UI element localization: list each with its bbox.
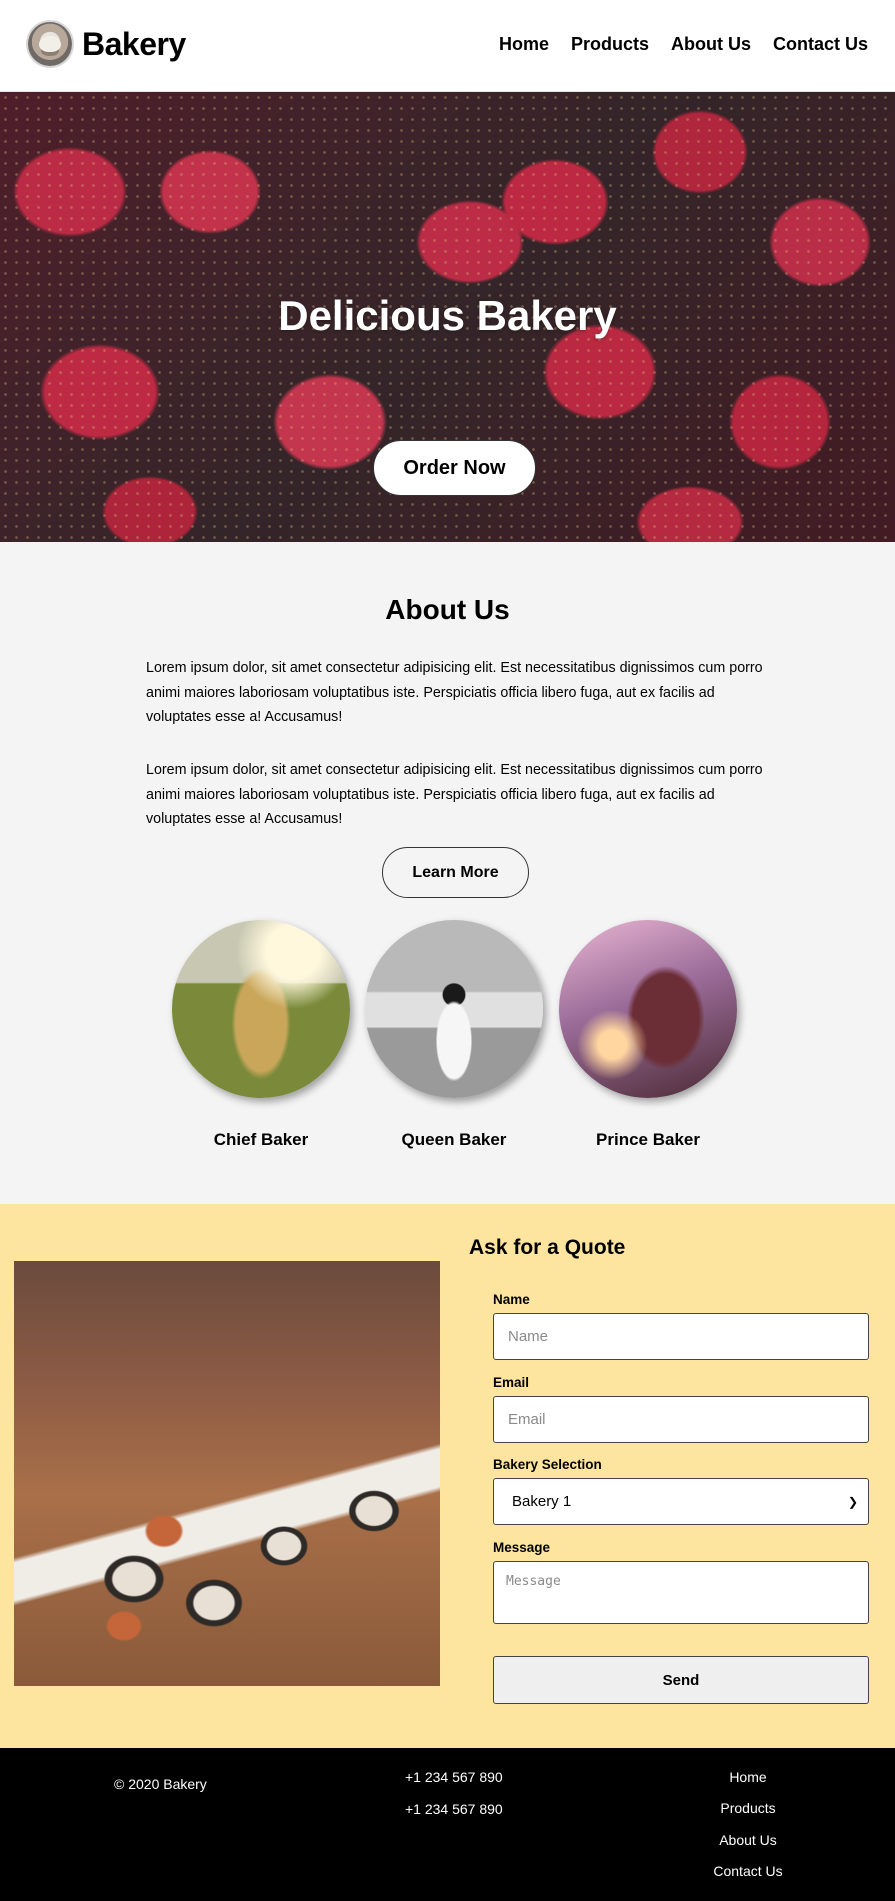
main-nav: Home Products About Us Contact Us bbox=[499, 34, 868, 55]
quote-section: Ask for a Quote Name Email Bakery Select… bbox=[0, 1204, 895, 1748]
bakery-select[interactable]: Bakery 1 bbox=[493, 1478, 869, 1525]
nav-products[interactable]: Products bbox=[571, 34, 649, 55]
baker-card: Prince Baker bbox=[558, 920, 738, 1150]
site-header: Bakery Home Products About Us Contact Us bbox=[0, 0, 895, 92]
nav-contact-us[interactable]: Contact Us bbox=[773, 34, 868, 55]
baker-name: Prince Baker bbox=[596, 1130, 700, 1149]
baker-card: Queen Baker bbox=[364, 920, 544, 1150]
bakery-photo bbox=[14, 1261, 440, 1686]
name-field[interactable] bbox=[493, 1313, 869, 1360]
brand-name[interactable]: Bakery bbox=[82, 26, 186, 63]
bakery-selection-label: Bakery Selection bbox=[493, 1457, 602, 1472]
baker-name: Queen Baker bbox=[401, 1130, 507, 1149]
baker-photo bbox=[172, 920, 350, 1098]
email-field[interactable] bbox=[493, 1396, 869, 1443]
footer-link-contact-us[interactable]: Contact Us bbox=[678, 1863, 818, 1879]
about-paragraph: Lorem ipsum dolor, sit amet consectetur … bbox=[146, 660, 763, 725]
message-field[interactable] bbox=[493, 1561, 869, 1624]
about-title: About Us bbox=[385, 594, 510, 625]
nav-home[interactable]: Home bbox=[499, 34, 549, 55]
footer-link-products[interactable]: Products bbox=[678, 1800, 818, 1816]
baker-name: Chief Baker bbox=[213, 1130, 309, 1149]
about-paragraph: Lorem ipsum dolor, sit amet consectetur … bbox=[146, 762, 763, 827]
quote-title: Ask for a Quote bbox=[469, 1236, 626, 1259]
phone-number: +1 234 567 890 bbox=[405, 1769, 503, 1785]
nav-about-us[interactable]: About Us bbox=[671, 34, 751, 55]
email-label: Email bbox=[493, 1375, 530, 1390]
logo-image[interactable] bbox=[28, 22, 72, 66]
message-label: Message bbox=[493, 1540, 551, 1555]
phone-number: +1 234 567 890 bbox=[405, 1801, 503, 1817]
hero-banner: Delicious Bakery Order Now bbox=[0, 92, 895, 542]
footer-link-home[interactable]: Home bbox=[678, 1769, 818, 1785]
hero-title: Delicious Bakery bbox=[278, 292, 617, 339]
learn-more-button[interactable]: Learn More bbox=[382, 847, 529, 898]
about-section: About Us Lorem ipsum dolor, sit amet con… bbox=[0, 542, 895, 1204]
send-button[interactable]: Send bbox=[493, 1656, 869, 1704]
baker-card: Chief Baker bbox=[171, 920, 351, 1150]
brand[interactable]: Bakery bbox=[28, 22, 186, 66]
copyright: © 2020 Bakery bbox=[114, 1776, 207, 1792]
name-label: Name bbox=[493, 1292, 530, 1307]
baker-photo bbox=[559, 920, 737, 1098]
site-footer: © 2020 Bakery +1 234 567 890 +1 234 567 … bbox=[0, 1748, 895, 1901]
order-now-button[interactable]: Order Now bbox=[373, 440, 536, 496]
baker-photo bbox=[365, 920, 543, 1098]
footer-link-about-us[interactable]: About Us bbox=[678, 1832, 818, 1848]
